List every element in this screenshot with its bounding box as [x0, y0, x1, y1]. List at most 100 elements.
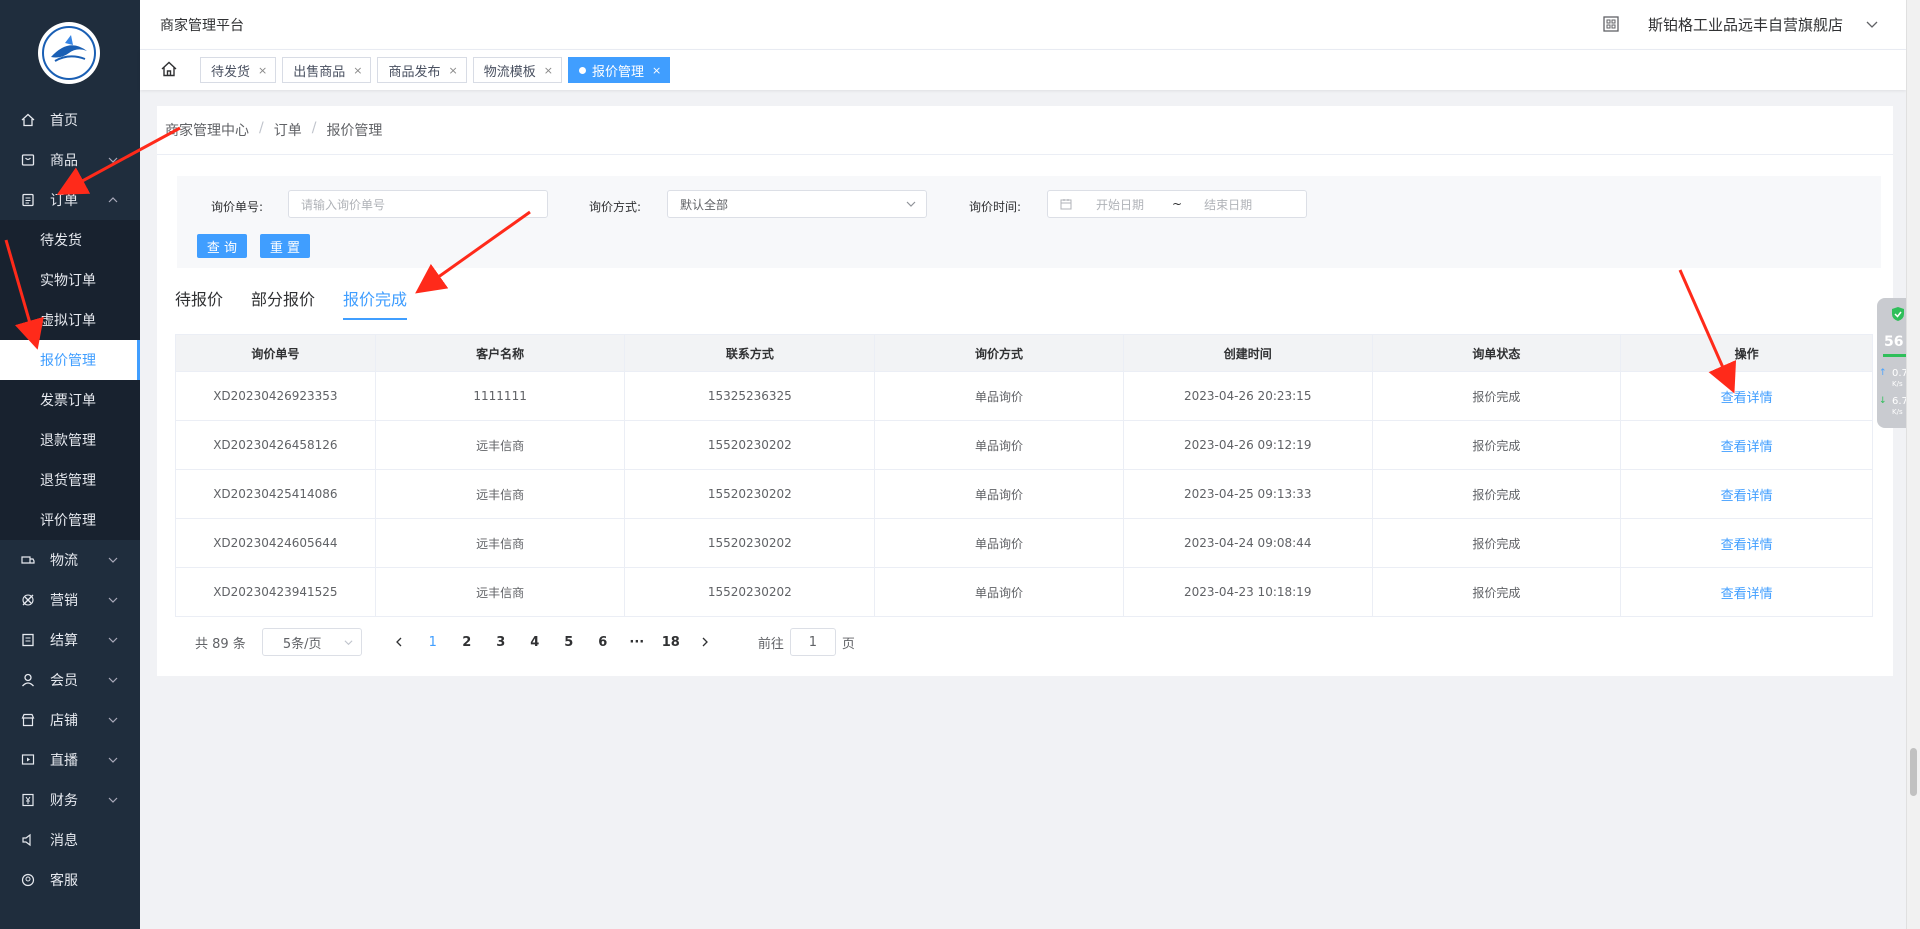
sidebar-item-label: 会员	[50, 673, 78, 689]
chevron-down-icon	[108, 717, 118, 723]
breadcrumb: 商家管理中心 / 订单 / 报价管理	[165, 120, 382, 140]
tag-goods-on-sale[interactable]: 出售商品 ×	[282, 57, 372, 83]
table-cell: 远丰信商	[376, 568, 626, 616]
view-details-link[interactable]: 查看详情	[1721, 485, 1773, 504]
brand-logo[interactable]	[38, 22, 100, 84]
home-icon[interactable]	[160, 60, 178, 78]
goto-page-input[interactable]: 1	[789, 628, 836, 656]
scrollbar-thumb[interactable]	[1910, 748, 1917, 796]
table-cell: 1111111	[376, 372, 626, 420]
sidebar-item-home[interactable]: 首页	[0, 100, 140, 140]
home-icon	[20, 112, 36, 128]
sidebar-item-marketing[interactable]: 营销	[0, 580, 140, 620]
end-date-input[interactable]: 结束日期	[1204, 196, 1252, 213]
view-details-link[interactable]: 查看详情	[1721, 583, 1773, 602]
goods-icon	[20, 152, 36, 168]
submenu-return-management[interactable]: 退货管理	[0, 460, 140, 500]
reset-button[interactable]: 重 置	[260, 234, 310, 258]
inquiry-no-input[interactable]: 请输入询价单号	[288, 190, 548, 218]
tab-pending-quote[interactable]: 待报价	[175, 286, 223, 320]
inquiry-time-label: 询价时间:	[969, 200, 1022, 214]
service-icon	[20, 872, 36, 888]
sidebar-item-service[interactable]: 客服	[0, 860, 140, 900]
sidebar-item-label: 首页	[50, 113, 78, 129]
submenu-virtual-orders[interactable]: 虚拟订单	[0, 300, 140, 340]
search-button[interactable]: 查 询	[197, 234, 247, 258]
table-cell: 单品询价	[875, 421, 1124, 469]
table-cell: 报价完成	[1373, 470, 1622, 518]
tab-partial-quote[interactable]: 部分报价	[251, 286, 315, 320]
submenu-physical-orders[interactable]: 实物订单	[0, 260, 140, 300]
table-cell: 报价完成	[1373, 421, 1622, 469]
sidebar-item-label: 物流	[50, 553, 78, 569]
qrcode-icon[interactable]	[1602, 15, 1620, 33]
tag-label: 出售商品	[293, 64, 346, 80]
table-cell: 2023-04-23 10:18:19	[1124, 568, 1373, 616]
sidebar-item-settlement[interactable]: 结算	[0, 620, 140, 660]
page-number[interactable]: 1	[416, 635, 450, 650]
tag-quote-management[interactable]: 报价管理 ×	[567, 57, 671, 83]
sidebar-item-shop[interactable]: 店铺	[0, 700, 140, 740]
page-number[interactable]: 5	[552, 635, 586, 650]
page-ellipsis[interactable]: ···	[620, 635, 654, 650]
inquiry-method-select[interactable]: 默认全部	[667, 190, 927, 218]
column-header: 操作	[1734, 346, 1759, 361]
tag-goods-publish[interactable]: 商品发布 ×	[377, 57, 467, 83]
inquiry-table: 询价单号 客户名称 联系方式 询价方式 创建时间 询单状态 操作 XD20230…	[175, 334, 1873, 617]
page-number[interactable]: 3	[484, 635, 518, 650]
chevron-down-icon[interactable]	[1866, 18, 1878, 30]
table-header: 询价单号 客户名称 联系方式 询价方式 创建时间 询单状态 操作	[176, 335, 1872, 371]
prev-page-button[interactable]	[382, 637, 416, 647]
platform-title: 商家管理平台	[160, 18, 244, 34]
sidebar-item-logistics[interactable]: 物流	[0, 540, 140, 580]
download-arrow-icon: ↓	[1879, 396, 1887, 406]
date-range-picker[interactable]: 开始日期 ~ 结束日期	[1047, 190, 1307, 218]
breadcrumb-item[interactable]: 订单	[274, 120, 302, 140]
column-header: 创建时间	[1124, 335, 1373, 371]
close-icon[interactable]: ×	[448, 64, 457, 77]
sidebar-item-live[interactable]: 直播	[0, 740, 140, 780]
submenu-quote-management[interactable]: 报价管理	[0, 340, 140, 380]
tags-view-bar: 待发货 × 出售商品 × 商品发布 × 物流模板 × 报价管理 ×	[140, 50, 1906, 90]
page-size-select[interactable]: 5条/页	[261, 628, 362, 656]
close-icon[interactable]: ×	[258, 64, 267, 77]
submenu-review-management[interactable]: 评价管理	[0, 500, 140, 540]
breadcrumb-item[interactable]: 商家管理中心	[165, 120, 249, 140]
tab-quote-complete[interactable]: 报价完成	[343, 286, 408, 320]
sidebar-item-label: 店铺	[50, 713, 78, 729]
next-page-button[interactable]	[688, 637, 722, 647]
sidebar-item-finance[interactable]: 财务	[0, 780, 140, 820]
page-number[interactable]: 4	[518, 635, 552, 650]
tag-logistics-template[interactable]: 物流模板 ×	[472, 57, 562, 83]
close-icon[interactable]: ×	[544, 64, 553, 77]
table-cell: 查看详情	[1621, 470, 1872, 518]
start-date-input[interactable]: 开始日期	[1096, 196, 1144, 213]
submenu-invoice-orders[interactable]: 发票订单	[0, 380, 140, 420]
logistics-icon	[20, 552, 36, 568]
page-number[interactable]: 18	[654, 635, 688, 650]
view-details-link[interactable]: 查看详情	[1721, 387, 1773, 406]
submenu-pending-shipment[interactable]: 待发货	[0, 220, 140, 260]
view-details-link[interactable]: 查看详情	[1721, 436, 1773, 455]
table-cell: 远丰信商	[376, 421, 626, 469]
sidebar-item-goods[interactable]: 商品	[0, 140, 140, 180]
table-cell: 报价完成	[1373, 372, 1622, 420]
page-number[interactable]: 2	[450, 635, 484, 650]
tag-pending-shipment[interactable]: 待发货 ×	[200, 57, 277, 83]
submenu-refund-management[interactable]: 退款管理	[0, 420, 140, 460]
close-icon[interactable]: ×	[652, 64, 661, 77]
sidebar-item-message[interactable]: 消息	[0, 820, 140, 860]
table-row: XD20230423941525 远丰信商 15520230202 单品询价 2…	[176, 567, 1872, 616]
chevron-down-icon	[108, 157, 118, 163]
sidebar-item-member[interactable]: 会员	[0, 660, 140, 700]
sidebar-item-order[interactable]: 订单	[0, 180, 140, 220]
order-submenu: 待发货 实物订单 虚拟订单 报价管理 发票订单 退款管理 退货管理 评价管理	[0, 220, 140, 540]
total-count: 共 89 条	[195, 636, 246, 652]
store-name-dropdown[interactable]: 斯铂格工业品远丰自营旗舰店	[1648, 14, 1843, 35]
table-cell: 远丰信商	[376, 519, 626, 567]
filter-panel: 询价单号: 请输入询价单号 询价方式: 默认全部 询价时间: 开始日期 ~ 结束…	[177, 176, 1881, 268]
view-details-link[interactable]: 查看详情	[1721, 534, 1773, 553]
chevron-down-icon	[108, 757, 118, 763]
page-number[interactable]: 6	[586, 635, 620, 650]
close-icon[interactable]: ×	[353, 64, 362, 77]
